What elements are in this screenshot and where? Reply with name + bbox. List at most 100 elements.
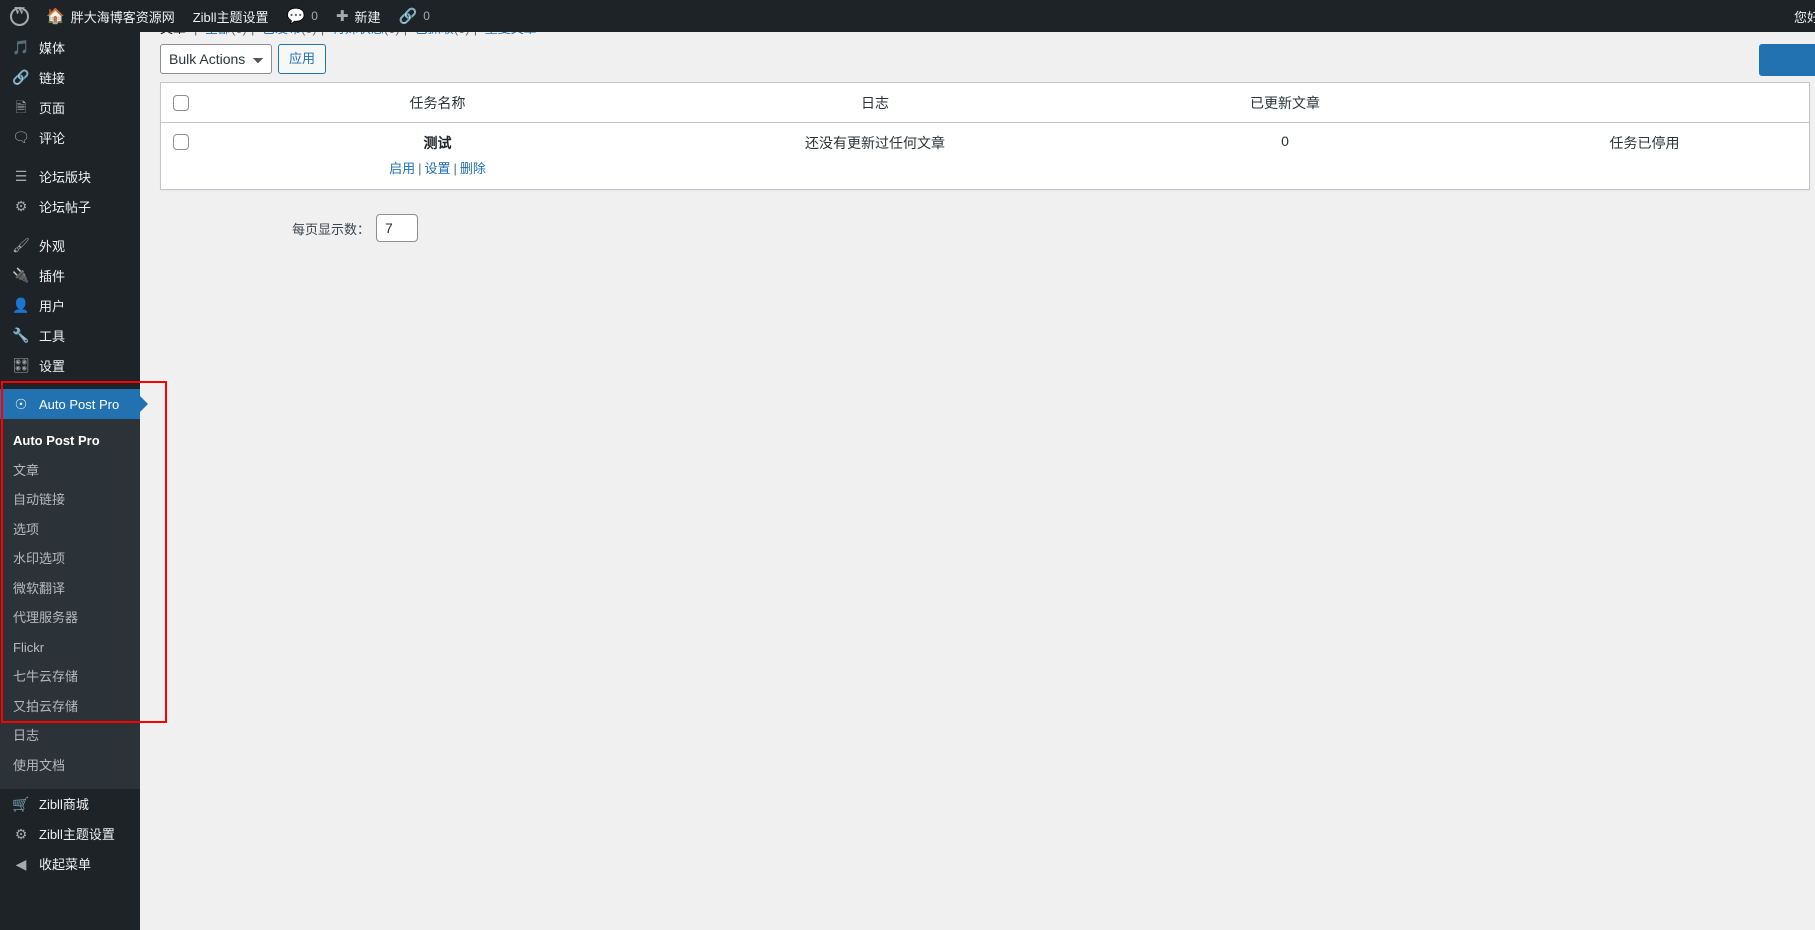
- page-icon: 🗎: [15, 99, 27, 115]
- per-page-input[interactable]: [376, 214, 419, 242]
- add-new-task-button[interactable]: [1759, 44, 1815, 76]
- sidebar-item-pages[interactable]: 🗎 页面: [0, 92, 140, 122]
- menu-separator: [0, 221, 140, 230]
- wordpress-logo-button[interactable]: [0, 0, 37, 32]
- filter-count-all: (0): [231, 32, 247, 36]
- submenu-item-flickr[interactable]: Flickr: [0, 633, 140, 663]
- submenu-item-auto-links[interactable]: 自动链接: [0, 485, 140, 515]
- submenu-item-upyun-storage[interactable]: 又拍云存储: [0, 692, 140, 722]
- row-action-divider: |: [453, 161, 457, 176]
- sidebar-item-label: 收起菜单: [39, 857, 92, 873]
- sidebar-item-auto-post-pro[interactable]: ☉ Auto Post Pro: [0, 389, 148, 419]
- sidebar-item-zibll-shop[interactable]: 🛒 Zibll商城: [0, 789, 140, 819]
- column-header-status: [1480, 83, 1809, 123]
- select-all-checkbox[interactable]: [173, 95, 189, 112]
- new-content-label: 新建: [354, 9, 381, 25]
- sidebar-item-plugins[interactable]: 🔌 插件: [0, 260, 140, 290]
- row-actions: 启用 | 设置 | 删除: [215, 158, 660, 177]
- submenu-item-microsoft-translate[interactable]: 微软翻译: [0, 574, 140, 604]
- sidebar-item-settings[interactable]: 🎛 设置: [0, 350, 140, 380]
- sidebar-item-links[interactable]: 🔗 链接: [0, 62, 140, 92]
- submenu-item-watermark-options[interactable]: 水印选项: [0, 544, 140, 574]
- sidebar-item-zibll-theme-settings[interactable]: ⚙ Zibll主题设置: [0, 819, 140, 849]
- tools-wrench-icon: 🔧: [12, 327, 30, 343]
- column-header-updated-posts[interactable]: 已更新文章: [1090, 83, 1480, 123]
- sidebar-item-label: Auto Post Pro: [39, 396, 120, 412]
- theme-settings-label: Zibll主题设置: [192, 9, 269, 25]
- filter-count-published: (0): [301, 32, 317, 36]
- sidebar-item-forum-posts[interactable]: ⚙ 论坛帖子: [0, 191, 140, 221]
- sidebar-item-users[interactable]: 👤 用户: [0, 290, 140, 320]
- task-status-cell: 任务已停用: [1480, 123, 1809, 189]
- task-title[interactable]: 测试: [215, 133, 660, 153]
- auto-post-pro-submenu: Auto Post Pro 文章 自动链接 选项 水印选项 微软翻译 代理服务器…: [0, 419, 140, 789]
- sidebar-item-tools[interactable]: 🔧 工具: [0, 320, 140, 350]
- forum-post-icon: ⚙: [14, 198, 28, 214]
- user-icon: 👤: [12, 297, 30, 313]
- row-checkbox[interactable]: [173, 134, 189, 151]
- links-menu[interactable]: 🔗 0: [390, 0, 439, 32]
- filter-lead-label: 文章: [160, 32, 186, 36]
- column-header-log[interactable]: 日志: [660, 83, 1090, 123]
- menu-separator: [0, 380, 140, 389]
- table-toolbar: Bulk Actions 应用: [160, 44, 327, 74]
- new-content-menu[interactable]: ✚ 新建: [327, 0, 390, 32]
- comments-count: 0: [311, 9, 318, 23]
- admin-bar: 🏠 胖大海博客资源网 Zibll主题设置 💬 0 ✚ 新建 🔗 0 您好: [0, 0, 1815, 32]
- greeting-label: 您好: [1794, 9, 1815, 25]
- settings-sliders-icon: 🎛: [12, 357, 30, 373]
- my-account-menu[interactable]: 您好: [1785, 0, 1815, 32]
- sidebar-item-comments[interactable]: 🗨 评论: [0, 122, 140, 152]
- row-action-divider: |: [418, 161, 422, 176]
- filter-link-duplicates[interactable]: 重复文章: [485, 32, 537, 36]
- filter-separator: |: [404, 32, 407, 36]
- sidebar-item-collapse-menu[interactable]: ◀ 收起菜单: [0, 849, 140, 879]
- tasks-table-body: 测试 启用 | 设置 | 删除 还没有更新过任何文章 0 任务已停用: [161, 123, 1809, 189]
- comments-menu[interactable]: 💬 0: [278, 0, 327, 32]
- filter-link-published[interactable]: 已发布: [262, 32, 301, 36]
- row-action-settings[interactable]: 设置: [424, 161, 450, 176]
- tasks-table-head: 任务名称 日志 已更新文章: [161, 83, 1809, 123]
- sidebar-item-appearance[interactable]: 🖌 外观: [0, 230, 140, 260]
- link-icon: 🔗: [12, 69, 30, 85]
- filter-count-special: (0): [384, 32, 400, 36]
- column-header-task-name[interactable]: 任务名称: [215, 83, 660, 123]
- apply-button[interactable]: 应用: [278, 44, 327, 74]
- site-name-menu[interactable]: 🏠 胖大海博客资源网: [37, 0, 184, 32]
- submenu-item-proxy-server[interactable]: 代理服务器: [0, 603, 140, 633]
- filter-link-special[interactable]: 特殊状态: [332, 32, 384, 36]
- comment-icon: 🗨: [12, 129, 30, 145]
- submenu-item-qiniu-storage[interactable]: 七牛云存储: [0, 662, 140, 692]
- gear-icon: ⚙: [14, 825, 28, 842]
- sidebar-item-label: 页面: [39, 100, 66, 116]
- submenu-item-logs[interactable]: 日志: [0, 721, 140, 751]
- per-page-label: 每页显示数：: [292, 221, 371, 237]
- plus-icon: ✚: [335, 7, 349, 25]
- task-name-cell: 测试 启用 | 设置 | 删除: [215, 123, 660, 189]
- filter-separator: |: [474, 32, 477, 36]
- task-log-cell: 还没有更新过任何文章: [660, 123, 1090, 189]
- home-icon: 🏠: [46, 7, 65, 25]
- filter-link-all[interactable]: 全部: [205, 32, 231, 36]
- auto-post-pro-icon: ☉: [14, 396, 28, 412]
- filter-separator: |: [194, 32, 197, 36]
- submenu-item-auto-post-pro[interactable]: Auto Post Pro: [0, 426, 140, 456]
- submenu-item-options[interactable]: 选项: [0, 515, 140, 545]
- sidebar-item-media[interactable]: 🎵 媒体: [0, 32, 140, 62]
- sidebar-item-label: Zibll主题设置: [39, 827, 115, 843]
- filter-link-fetched[interactable]: 已抓取: [415, 32, 454, 36]
- task-updated-posts-cell[interactable]: 0: [1090, 123, 1480, 189]
- sidebar-item-label: 外观: [39, 238, 66, 254]
- sidebar-item-forum-boards[interactable]: ☰ 论坛版块: [0, 161, 140, 191]
- bulk-actions-select[interactable]: Bulk Actions: [160, 44, 272, 74]
- sidebar-item-label: 工具: [39, 328, 66, 344]
- row-action-enable[interactable]: 启用: [389, 161, 415, 176]
- admin-bar-right: 您好: [1785, 0, 1815, 32]
- sidebar-item-label: 插件: [39, 268, 66, 284]
- table-header-row: 任务名称 日志 已更新文章: [161, 83, 1809, 123]
- theme-settings-menu[interactable]: Zibll主题设置: [184, 0, 278, 32]
- link-chain-icon: 🔗: [398, 7, 418, 25]
- submenu-item-docs[interactable]: 使用文档: [0, 751, 140, 781]
- submenu-item-articles[interactable]: 文章: [0, 456, 140, 486]
- row-action-delete[interactable]: 删除: [460, 161, 486, 176]
